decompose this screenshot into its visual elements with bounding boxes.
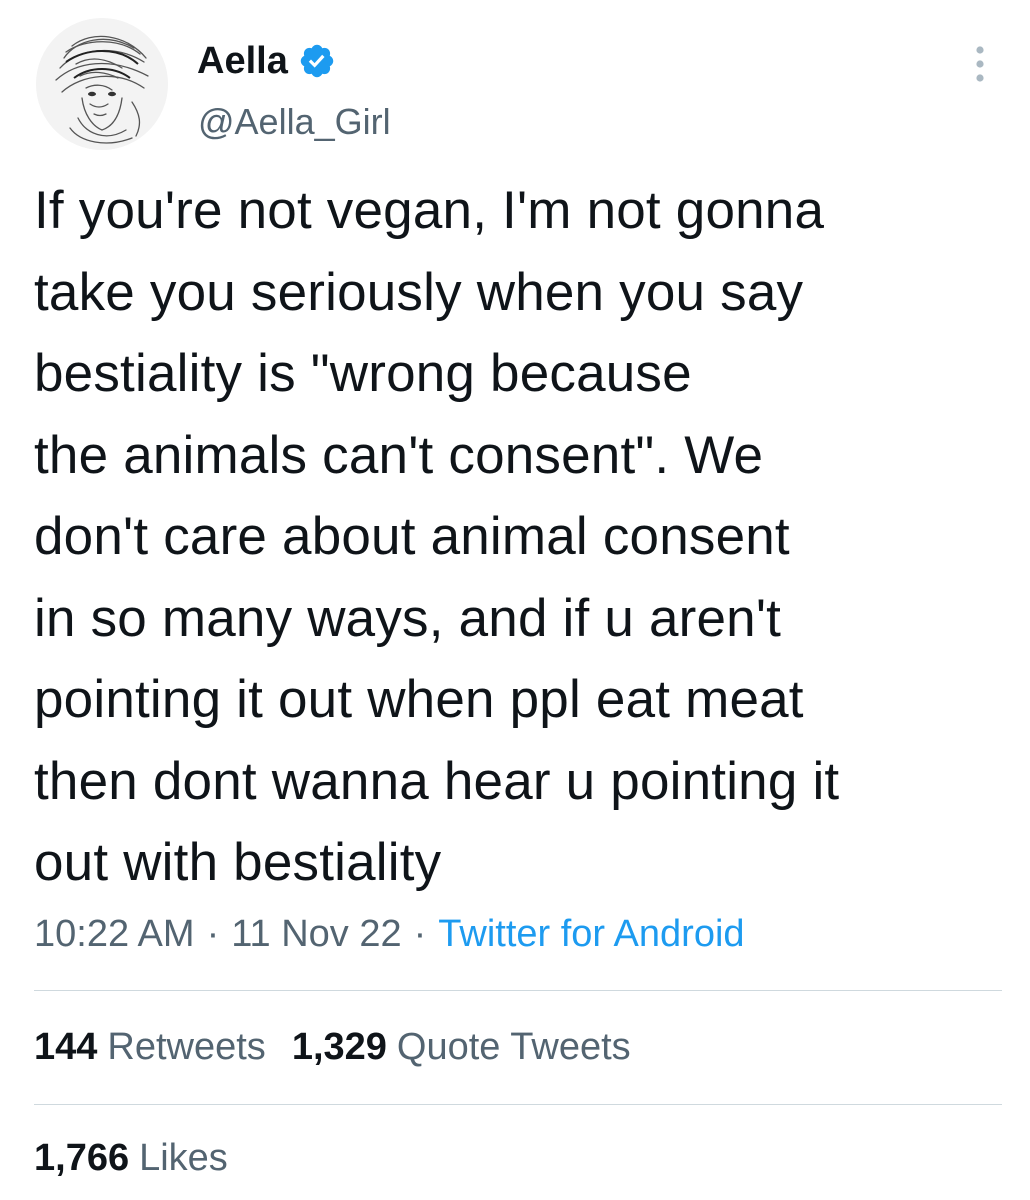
retweets-label: Retweets bbox=[107, 1026, 266, 1068]
tweet-text: If you're not vegan, I'm not gonna take … bbox=[34, 181, 840, 892]
author-handle[interactable]: @Aella_Girl bbox=[198, 100, 391, 144]
meta-separator: · bbox=[413, 913, 427, 955]
verified-badge-icon bbox=[298, 42, 336, 80]
tweet-source-link[interactable]: Twitter for Android bbox=[438, 913, 744, 955]
meta-separator: · bbox=[206, 913, 220, 955]
divider bbox=[34, 1104, 1002, 1105]
tweet-card: Aella @Aella_Girl If you're not vegan, I… bbox=[0, 0, 1030, 1200]
likes-stats: 1,766 Likes bbox=[34, 1133, 228, 1183]
more-vertical-icon[interactable] bbox=[966, 42, 994, 86]
tweet-date[interactable]: 11 Nov 22 bbox=[231, 913, 401, 955]
divider bbox=[34, 990, 1002, 991]
quote-tweets-count: 1,329 bbox=[291, 1026, 387, 1068]
author-name-row: Aella bbox=[197, 38, 336, 84]
likes-stat[interactable]: 1,766 Likes bbox=[34, 1133, 228, 1183]
avatar-sketch-icon bbox=[36, 18, 168, 150]
engagement-stats: 144 Retweets 1,329 Quote Tweets bbox=[34, 1022, 631, 1072]
retweets-stat[interactable]: 144 Retweets bbox=[34, 1022, 266, 1072]
avatar[interactable] bbox=[36, 18, 168, 150]
retweets-count: 144 bbox=[34, 1026, 98, 1068]
tweet-meta: 10:22 AM · 11 Nov 22 · Twitter for Android bbox=[34, 910, 745, 958]
likes-label: Likes bbox=[139, 1137, 228, 1179]
likes-count: 1,766 bbox=[34, 1137, 130, 1179]
author-display-name[interactable]: Aella bbox=[197, 38, 288, 84]
quote-tweets-stat[interactable]: 1,329 Quote Tweets bbox=[292, 1022, 631, 1072]
tweet-time[interactable]: 10:22 AM bbox=[34, 913, 195, 955]
quote-tweets-label: Quote Tweets bbox=[396, 1026, 631, 1068]
